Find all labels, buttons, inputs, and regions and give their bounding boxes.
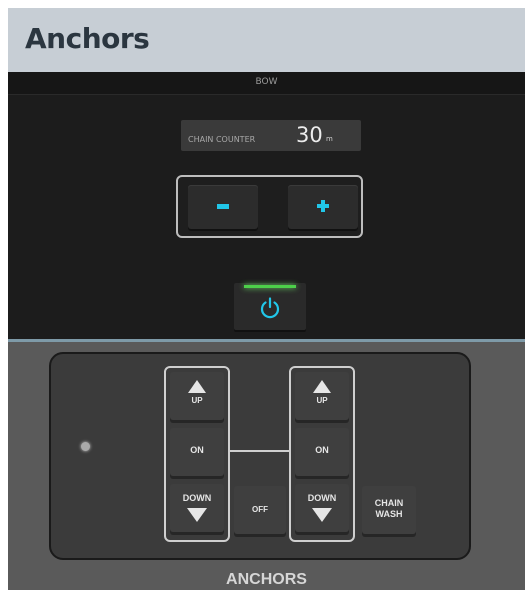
chain-counter-label: CHAIN COUNTER [188,135,256,144]
chain-wash-button[interactable]: CHAIN WASH [362,486,416,534]
left-down-button[interactable]: DOWN [170,484,224,532]
power-button[interactable] [234,283,306,330]
chain-counter: CHAIN COUNTER 30 m [181,120,361,151]
off-label: OFF [252,505,268,514]
bow-screen: BOW CHAIN COUNTER 30 m [8,72,525,339]
power-icon [260,297,280,319]
arrow-up-icon [313,380,331,393]
left-down-label: DOWN [182,493,212,503]
left-on-label: ON [190,445,204,455]
page-header: Anchors [8,8,525,72]
arrow-down-icon [312,508,332,522]
chain-stepper [176,175,363,238]
increase-button[interactable] [288,185,358,229]
panel-footer-label: ANCHORS [226,571,307,588]
chain-counter-value: 30 [296,123,323,147]
status-indicator-light [81,442,90,451]
left-up-label: UP [191,396,203,405]
chain-counter-unit: m [326,135,333,143]
right-up-label: UP [316,396,328,405]
decrease-button[interactable] [188,185,258,229]
right-down-label: DOWN [307,493,337,503]
power-led-indicator [244,285,296,288]
off-button[interactable]: OFF [234,486,286,534]
page-title: Anchors [25,22,150,55]
arrow-up-icon [188,380,206,393]
screen-topbar: BOW [8,72,525,95]
chain-wash-label-line2: WASH [375,509,403,519]
minus-icon [217,204,229,209]
group-connector-line [230,450,289,452]
right-up-button[interactable]: UP [295,372,349,420]
chain-wash-label-line1: CHAIN [374,498,404,508]
left-on-button[interactable]: ON [170,428,224,476]
right-on-label: ON [315,445,329,455]
arrow-down-icon [187,508,207,522]
right-down-button[interactable]: DOWN [295,484,349,532]
left-up-button[interactable]: UP [170,372,224,420]
right-on-button[interactable]: ON [295,428,349,476]
section-label: BOW [255,77,278,87]
